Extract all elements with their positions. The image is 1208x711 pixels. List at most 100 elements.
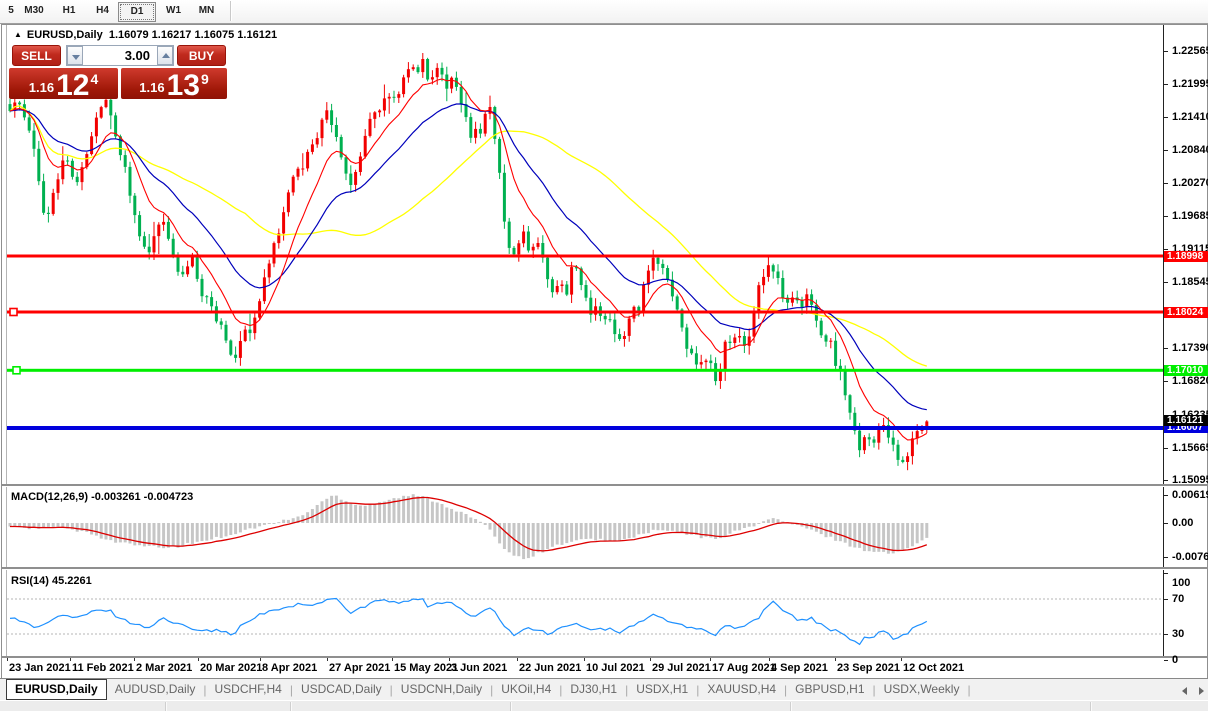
horizontal-line-object[interactable] (7, 255, 1163, 258)
macd-histogram-bar (537, 523, 540, 552)
candle-body (397, 94, 400, 98)
chart-tab-xauusd[interactable]: XAUUSD,H4 (699, 680, 784, 699)
line-anchor-marker[interactable] (10, 309, 17, 316)
candle-body (849, 395, 852, 413)
tab-scroll-left-icon[interactable] (1182, 687, 1187, 695)
date-tick-mark (198, 658, 199, 661)
horizontal-line-object[interactable] (7, 426, 1163, 430)
macd-histogram-bar (441, 504, 444, 523)
date-tick-label: 27 Apr 2021 (329, 662, 390, 674)
timeframe-button-h4[interactable]: H4 (85, 2, 120, 20)
macd-panel-separator[interactable] (2, 484, 1207, 487)
mt4-application-window: 5M30H1H4D1W1MN ▲EURUSD,Daily 1.16079 1.1… (0, 0, 1208, 711)
rsi-panel-canvas[interactable] (7, 571, 1163, 657)
line-anchor-marker[interactable] (13, 367, 20, 374)
buy-price-tile[interactable]: 1.16139 (121, 68, 227, 99)
chart-tab-audusd[interactable]: AUDUSD,Daily (107, 680, 204, 699)
horizontal-line-object[interactable] (7, 311, 1163, 314)
date-tick-label: 29 Jul 2021 (652, 662, 711, 674)
chart-tab-ukoil[interactable]: UKOil,H4 (493, 680, 559, 699)
horizontal-line-object[interactable] (7, 369, 1163, 372)
timeframe-button-w1[interactable]: W1 (156, 2, 191, 20)
chart-expand-icon[interactable]: ▲ (14, 30, 22, 39)
candle-body (61, 161, 64, 180)
candle-body (33, 131, 36, 149)
timeframe-button-m30[interactable]: M30 (14, 2, 54, 20)
chart-symbol-label: EURUSD,Daily (27, 29, 103, 41)
macd-histogram-bar (844, 523, 847, 543)
candle-body (90, 136, 93, 154)
candle-body (647, 271, 650, 285)
tab-scroll-right-icon[interactable] (1199, 687, 1204, 695)
tab-scroll-buttons (1182, 686, 1204, 696)
price-chart-canvas[interactable] (7, 45, 1163, 483)
candle-body (777, 272, 780, 279)
date-tick-label: 8 Apr 2021 (262, 662, 317, 674)
candle-body (421, 59, 424, 72)
candle-body (129, 167, 132, 196)
candle-body (445, 75, 448, 89)
macd-histogram-bar (421, 496, 424, 523)
price-line-label: 1.18998 (1164, 251, 1208, 262)
candle-body (364, 136, 367, 157)
candle-body (441, 68, 444, 75)
macd-histogram-bar (863, 523, 866, 551)
volume-decrease-button[interactable] (67, 46, 83, 65)
candle-body (100, 107, 103, 118)
candle-body (268, 264, 271, 278)
price-tick-label: 1.15095 (1172, 474, 1208, 486)
candle-body (868, 437, 871, 439)
macd-histogram-bar (484, 523, 487, 525)
candle-body (148, 247, 151, 253)
one-click-trading-widget: SELL 3.00 BUY 1.16124 1.16139 (9, 45, 227, 99)
price-tick-mark (1164, 51, 1168, 52)
macd-histogram-bar (95, 523, 98, 536)
date-tick-label: 23 Sep 2021 (837, 662, 900, 674)
chart-tab-usdx[interactable]: USDX,H1 (628, 680, 696, 699)
macd-histogram-bar (580, 523, 583, 539)
macd-histogram-bar (450, 509, 453, 523)
timeframe-button-mn[interactable]: MN (189, 2, 224, 20)
chart-tab-usdchf[interactable]: USDCHF,H4 (207, 680, 290, 699)
candle-body (537, 243, 540, 247)
candle-body (556, 286, 559, 292)
price-tick-label: 1.19685 (1172, 210, 1208, 222)
macd-histogram-bar (911, 523, 914, 546)
chart-tab-usdcad[interactable]: USDCAD,Daily (293, 680, 390, 699)
chart-window[interactable]: ▲EURUSD,Daily 1.16079 1.16217 1.16075 1.… (1, 24, 1208, 679)
chart-tab-gbpusd[interactable]: GBPUSD,H1 (787, 680, 872, 699)
sell-button[interactable]: SELL (12, 45, 61, 66)
timeframe-button-h1[interactable]: H1 (52, 2, 86, 20)
sell-price-tile[interactable]: 1.16124 (9, 68, 118, 99)
candle-body (479, 129, 482, 134)
macd-histogram-bar (234, 523, 237, 534)
date-tick-label: 15 May 2021 (394, 662, 458, 674)
candle-body (551, 279, 554, 292)
chart-tab-dj30[interactable]: DJ30,H1 (562, 680, 625, 699)
rsi-tick-label: 100 (1172, 577, 1190, 589)
status-bar-divider (510, 702, 512, 711)
chart-tab-usdx[interactable]: USDX,Weekly (876, 680, 968, 699)
date-tick-label: 10 Jul 2021 (586, 662, 645, 674)
candle-body (911, 438, 914, 456)
macd-histogram-bar (503, 523, 506, 549)
macd-histogram-bar (215, 523, 218, 537)
macd-histogram-bar (460, 512, 463, 523)
macd-histogram-bar (858, 523, 861, 548)
timeframe-button-d1[interactable]: D1 (118, 2, 156, 22)
chart-tab-usdcnh[interactable]: USDCNH,Daily (393, 680, 490, 699)
macd-histogram-bar (921, 523, 924, 540)
candle-body (359, 157, 362, 173)
price-tick-label: 1.15665 (1172, 442, 1208, 454)
candle-body (570, 267, 573, 295)
status-bar (0, 700, 1208, 711)
macd-histogram-bar (109, 523, 112, 540)
date-tick-label: 17 Aug 2021 (712, 662, 776, 674)
candle-body (426, 59, 429, 80)
rsi-panel-separator[interactable] (2, 567, 1207, 570)
candle-body (714, 363, 717, 381)
volume-increase-button[interactable] (157, 46, 173, 65)
volume-value[interactable]: 3.00 (85, 46, 155, 65)
buy-button[interactable]: BUY (177, 45, 226, 66)
chart-tab-eurusd[interactable]: EURUSD,Daily (6, 679, 107, 700)
